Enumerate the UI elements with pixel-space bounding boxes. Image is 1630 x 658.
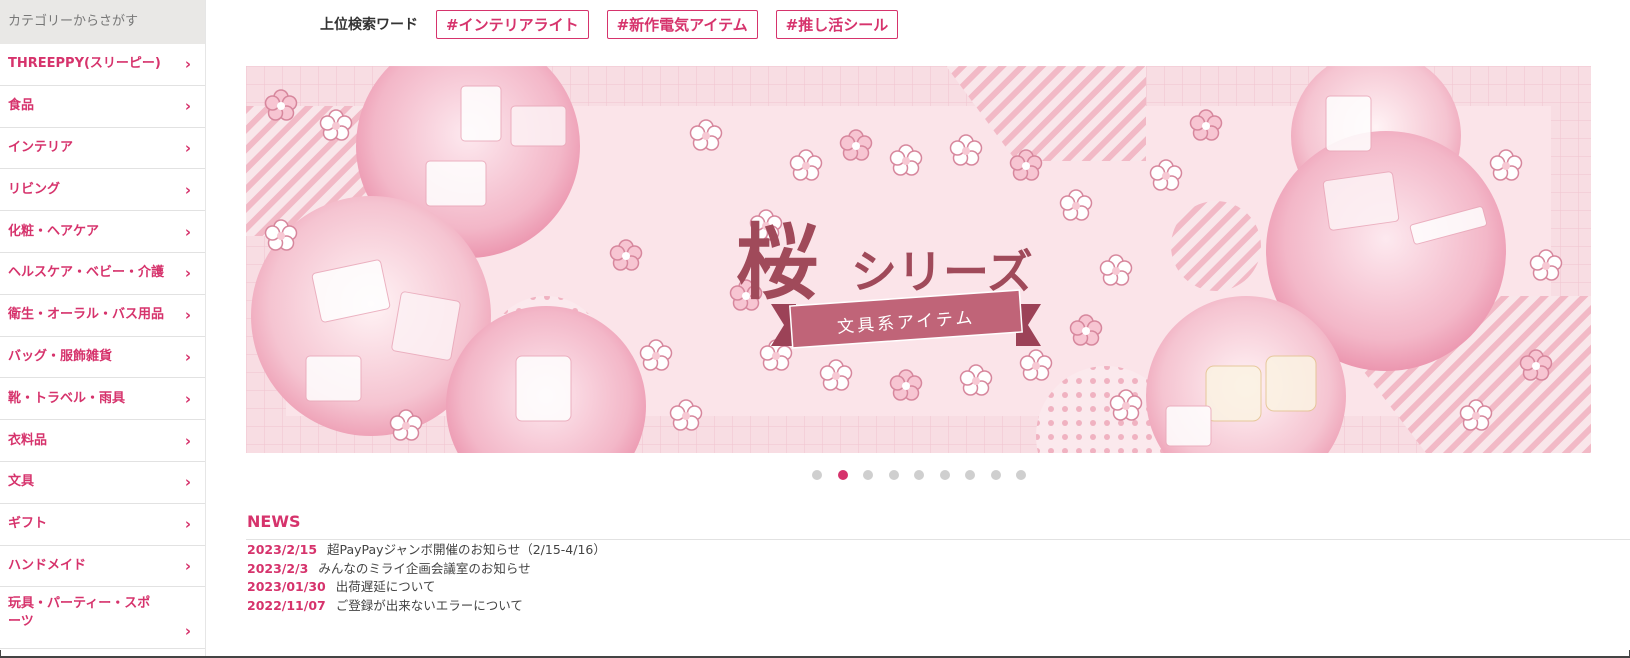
carousel-dot[interactable]	[914, 470, 924, 480]
sidebar-item-label: インテリア	[8, 139, 74, 155]
carousel-dot[interactable]	[965, 470, 975, 480]
chevron-right-icon: ›	[184, 180, 191, 199]
carousel-dots	[812, 470, 1042, 480]
category-list: THREEPPY(スリーピー) › 食品 › インテリア › リビング › 化粧・ヘアケ…	[0, 44, 205, 650]
chevron-right-icon: ›	[184, 515, 191, 534]
chevron-right-icon: ›	[184, 222, 191, 241]
sidebar-item-healthcare[interactable]: ヘルスケア・ベビー・介護 ›	[0, 253, 205, 295]
sidebar-item-stationery[interactable]: 文具 ›	[0, 462, 205, 504]
sidebar-item-label: 衣料品	[8, 432, 48, 448]
sidebar-item-label: ハンドメイド	[8, 557, 87, 573]
sidebar-item-threeppy[interactable]: THREEPPY(スリーピー) ›	[0, 44, 205, 86]
top-search-words: 上位検索ワード #インテリアライト #新作電気アイテム #推し活シール	[320, 9, 916, 39]
sidebar-item-label: 化粧・ヘアケア	[8, 223, 100, 239]
news-link[interactable]: 出荷遅延について	[336, 579, 436, 594]
search-tag-interior-light[interactable]: #インテリアライト	[436, 9, 589, 39]
sidebar-item-label: バッグ・服飾雑貨	[8, 348, 113, 364]
news-date: 2023/2/3	[247, 560, 309, 576]
news-item[interactable]: 2022/11/07 ご登録が出来ないエラーについて	[247, 597, 606, 616]
sidebar-item-food[interactable]: 食品 ›	[0, 86, 205, 128]
sidebar-item-label: 衛生・オーラル・バス用品	[8, 307, 165, 323]
category-sidebar: カテゴリーからさがす THREEPPY(スリーピー) › 食品 › インテリア › リ…	[0, 0, 206, 658]
sidebar-item-label: ギフト	[8, 516, 48, 532]
sidebar-item-shoes-travel[interactable]: 靴・トラベル・雨具 ›	[0, 378, 205, 421]
chevron-right-icon: ›	[184, 138, 191, 157]
chevron-right-icon: ›	[184, 622, 191, 641]
news-item[interactable]: 2023/2/3 みんなのミライ企画会議室のお知らせ	[247, 560, 606, 579]
news-item[interactable]: 2023/01/30 出荷遅延について	[247, 578, 606, 597]
search-tag-oshikatsu-sticker[interactable]: #推し活シール	[775, 9, 899, 39]
sidebar-item-label: 靴・トラベル・雨具	[8, 390, 126, 406]
sidebar-item-label: 玩具・パーティー・スポーツ	[8, 596, 151, 630]
sidebar-item-label: 文具	[8, 474, 35, 490]
sidebar-item-cosmetics[interactable]: 化粧・ヘアケア ›	[0, 211, 205, 253]
sidebar-item-label: THREEPPY(スリーピー)	[8, 56, 161, 72]
sakura-series-banner-image: 桜 シリーズ 文具系アイテム	[246, 66, 1591, 453]
chevron-right-icon: ›	[184, 431, 191, 450]
sidebar-item-label: リビング	[8, 181, 61, 197]
carousel-dot[interactable]	[888, 470, 899, 480]
chevron-right-icon: ›	[184, 306, 191, 325]
window-corner-left	[0, 650, 1, 658]
sidebar-item-clothing[interactable]: 衣料品 ›	[0, 420, 205, 462]
carousel-dot-active[interactable]	[837, 470, 848, 480]
chevron-right-icon: ›	[184, 97, 191, 116]
carousel-dot[interactable]	[812, 470, 822, 480]
news-item[interactable]: 2023/2/15 超PayPayジャンボ開催のお知らせ（2/15-4/16）	[247, 541, 606, 560]
carousel-dot[interactable]	[1016, 470, 1026, 480]
carousel-dot[interactable]	[939, 470, 950, 480]
news-heading: NEWS	[247, 512, 301, 531]
carousel-dot[interactable]	[863, 470, 873, 480]
hero-banner[interactable]: 桜 シリーズ 文具系アイテム	[246, 66, 1591, 453]
sidebar-item-toys[interactable]: 玩具・パーティー・スポーツ ›	[0, 587, 205, 650]
news-date: 2023/01/30	[247, 579, 326, 594]
news-link[interactable]: ご登録が出来ないエラーについて	[336, 598, 523, 613]
news-divider	[246, 539, 1630, 540]
chevron-right-icon: ›	[184, 389, 191, 408]
news-link[interactable]: みんなのミライ企画会議室のお知らせ	[318, 561, 530, 576]
sidebar-item-gift[interactable]: ギフト ›	[0, 504, 205, 546]
chevron-right-icon: ›	[184, 347, 191, 366]
chevron-right-icon: ›	[184, 264, 191, 283]
sidebar-item-hygiene[interactable]: 衛生・オーラル・バス用品 ›	[0, 295, 205, 337]
news-date: 2023/2/15	[247, 542, 318, 557]
sidebar-item-label: 食品	[8, 98, 35, 114]
sidebar-item-living[interactable]: リビング ›	[0, 169, 205, 212]
sidebar-item-label: ヘルスケア・ベビー・介護	[8, 265, 165, 281]
search-tag-new-electric[interactable]: #新作電気アイテム	[606, 9, 758, 39]
sidebar-header: カテゴリーからさがす	[0, 0, 205, 44]
news-date: 2022/11/07	[247, 597, 326, 613]
sidebar-item-bags[interactable]: バッグ・服飾雑貨 ›	[0, 337, 205, 379]
carousel-dot[interactable]	[990, 470, 1001, 480]
chevron-right-icon: ›	[184, 556, 191, 575]
sidebar-item-handmade[interactable]: ハンドメイド ›	[0, 546, 205, 588]
news-list: 2023/2/15 超PayPayジャンボ開催のお知らせ（2/15-4/16） 2…	[247, 541, 606, 615]
chevron-right-icon: ›	[184, 55, 191, 74]
banner-title-kanji: 桜	[736, 215, 818, 311]
news-link[interactable]: 超PayPayジャンボ開催のお知らせ（2/15-4/16）	[327, 542, 606, 557]
sidebar-item-interior[interactable]: インテリア ›	[0, 128, 205, 170]
chevron-right-icon: ›	[184, 473, 191, 492]
top-search-label: 上位検索ワード	[320, 17, 418, 33]
